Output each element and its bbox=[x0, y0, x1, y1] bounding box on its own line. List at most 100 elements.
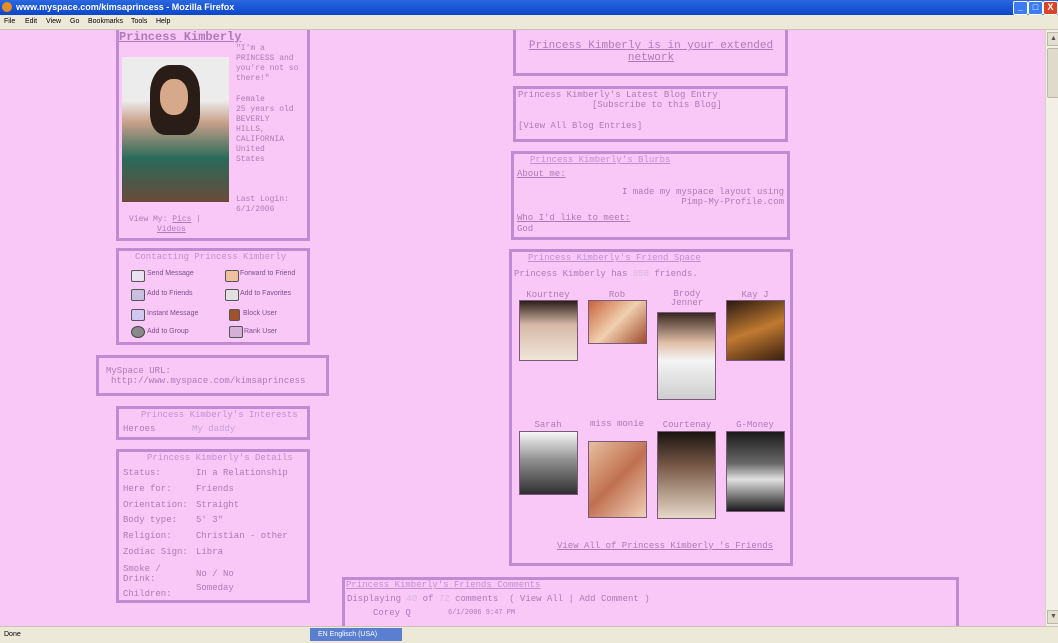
state-text: CALIFORNIA bbox=[236, 135, 285, 144]
friend-name[interactable]: Rob bbox=[588, 290, 646, 300]
scrollbar-thumb[interactable] bbox=[1047, 48, 1058, 98]
last-login-label: Last Login: bbox=[236, 195, 289, 204]
forward-icon bbox=[225, 270, 239, 282]
contacting-title: Contacting Princess Kimberly bbox=[135, 252, 287, 262]
details-title: Princess Kimberly's Details bbox=[147, 453, 293, 463]
blurbs-title: Princess Kimberly's Blurbs bbox=[530, 155, 671, 165]
menu-go[interactable]: Go bbox=[70, 15, 79, 29]
videos-link[interactable]: Videos bbox=[157, 225, 186, 234]
pics-link[interactable]: Pics bbox=[172, 215, 191, 224]
profile-photo[interactable] bbox=[122, 57, 229, 202]
details-labels: Status: Here for: Orientation: Body type… bbox=[123, 466, 188, 603]
who-to-meet-text: God bbox=[517, 224, 534, 234]
envelope-icon bbox=[131, 270, 145, 282]
body-type-value: 5' 3" bbox=[196, 515, 224, 526]
add-to-friends-label[interactable]: Add to Friends bbox=[147, 290, 193, 297]
minimize-button[interactable]: _ bbox=[1013, 1, 1028, 15]
menu-edit[interactable]: Edit bbox=[25, 15, 37, 29]
close-button[interactable]: X bbox=[1043, 1, 1058, 15]
orientation-label: Orientation: bbox=[123, 499, 188, 510]
about-me-label: About me: bbox=[517, 169, 566, 179]
view-all-comments-link[interactable]: View All bbox=[520, 594, 563, 604]
face-shape bbox=[160, 79, 188, 115]
children-value: Someday bbox=[196, 582, 234, 593]
friend-photo[interactable] bbox=[657, 312, 716, 400]
friend-photo[interactable] bbox=[519, 300, 578, 361]
add-to-favorites-label[interactable]: Add to Favorites bbox=[240, 290, 291, 297]
add-friend-icon bbox=[131, 289, 145, 301]
interests-value: My daddy bbox=[192, 424, 236, 434]
block-icon bbox=[229, 309, 240, 321]
friend-name[interactable]: Sarah bbox=[518, 420, 578, 430]
menu-file[interactable]: File bbox=[4, 15, 15, 29]
menu-bookmarks[interactable]: Bookmarks bbox=[88, 15, 123, 29]
menu-view[interactable]: View bbox=[46, 15, 61, 29]
friend-photo[interactable] bbox=[726, 300, 785, 361]
friend-photo[interactable] bbox=[726, 431, 785, 512]
add-to-group-label[interactable]: Add to Group bbox=[147, 328, 189, 335]
blog-title: Princess Kimberly's Latest Blog Entry bbox=[518, 90, 718, 100]
blog-box: Princess Kimberly's Latest Blog Entry [S… bbox=[513, 86, 788, 142]
shown-count: 40 bbox=[406, 594, 418, 604]
page-content: Princess Kimberly "I'm a PRINCESS and yo… bbox=[0, 30, 1045, 626]
friend-count-suffix: friends. bbox=[654, 269, 698, 279]
profile-name[interactable]: Princess Kimberly bbox=[119, 30, 241, 44]
gender-text: Female bbox=[236, 95, 265, 104]
view-all-friends-link[interactable]: View All of Princess Kimberly 's Friends bbox=[557, 541, 773, 551]
total-count: 72 bbox=[438, 594, 450, 604]
send-message-label[interactable]: Send Message bbox=[147, 270, 194, 277]
status-bar: Done EN Englisch (USA) bbox=[0, 626, 1058, 643]
scroll-down-arrow-icon[interactable]: ▼ bbox=[1047, 610, 1058, 624]
country-text-1: United bbox=[236, 145, 265, 154]
language-indicator[interactable]: EN Englisch (USA) bbox=[310, 628, 402, 641]
friend-name[interactable]: G-Money bbox=[726, 420, 784, 430]
friend-name[interactable]: Kourtney bbox=[518, 290, 578, 300]
comments-word: comments bbox=[455, 594, 499, 604]
friend-photo[interactable] bbox=[588, 300, 647, 344]
comment-author[interactable]: Corey Q bbox=[373, 608, 411, 618]
subscribe-blog-link[interactable]: [Subscribe to this Blog] bbox=[592, 100, 722, 110]
menu-help[interactable]: Help bbox=[156, 15, 170, 29]
profile-url[interactable]: http://www.myspace.com/kimsaprincess bbox=[111, 376, 305, 386]
instant-message-label[interactable]: Instant Message bbox=[147, 310, 198, 317]
forward-to-friend-label[interactable]: Forward to Friend bbox=[240, 270, 295, 277]
open-paren: ( bbox=[509, 594, 515, 604]
rank-user-label[interactable]: Rank User bbox=[244, 328, 277, 335]
extended-network-link[interactable]: Princess Kimberly is in your extended ne… bbox=[522, 40, 780, 64]
status-label: Status: bbox=[123, 468, 161, 478]
friend-name[interactable]: Courtenay bbox=[657, 420, 717, 430]
zodiac-value: Libra bbox=[196, 546, 224, 557]
age-text: 25 years old bbox=[236, 105, 294, 114]
smoke-drink-label: Smoke / Drink: bbox=[123, 563, 161, 584]
contacting-box: Contacting Princess Kimberly Send Messag… bbox=[116, 248, 310, 345]
children-label: Children: bbox=[123, 588, 172, 599]
friend-name[interactable]: Kay J bbox=[726, 290, 784, 300]
friend-name[interactable]: miss monie bbox=[588, 420, 646, 429]
profile-box: Princess Kimberly "I'm a PRINCESS and yo… bbox=[116, 30, 310, 241]
body-type-label: Body type: bbox=[123, 515, 178, 526]
scroll-up-arrow-icon[interactable]: ▲ bbox=[1047, 32, 1058, 46]
religion-value: Christian - other bbox=[196, 531, 288, 542]
people-icon bbox=[131, 309, 145, 321]
about-me-text: I made my myspace layout using Pimp-My-P… bbox=[621, 187, 784, 207]
comment-date: 6/1/2006 9:47 PM bbox=[448, 609, 516, 617]
vertical-scrollbar[interactable]: ▲ ▼ bbox=[1045, 30, 1058, 626]
videos-link-row: Videos bbox=[157, 225, 186, 234]
view-my-label: View My: bbox=[129, 215, 168, 224]
blurbs-box: Princess Kimberly's Blurbs About me: I m… bbox=[511, 151, 790, 240]
menu-tools[interactable]: Tools bbox=[131, 15, 147, 29]
block-user-label[interactable]: Block User bbox=[243, 310, 277, 317]
view-all-blog-link[interactable]: [View All Blog Entries] bbox=[518, 121, 642, 131]
menu-bar: File Edit View Go Bookmarks Tools Help bbox=[0, 15, 1058, 30]
friend-space-title: Princess Kimberly's Friend Space bbox=[528, 253, 701, 263]
add-comment-link[interactable]: Add Comment bbox=[579, 594, 638, 604]
url-label: MySpace URL: bbox=[106, 366, 171, 376]
friend-name[interactable]: Brody Jenner bbox=[657, 290, 717, 308]
last-login: Last Login: 6/1/2006 bbox=[236, 195, 289, 215]
details-box: Princess Kimberly's Details Status: Here… bbox=[116, 449, 310, 603]
friend-photo[interactable] bbox=[588, 441, 647, 518]
displaying-label: Displaying bbox=[347, 594, 402, 604]
friend-photo[interactable] bbox=[657, 431, 716, 519]
friend-photo[interactable] bbox=[519, 431, 578, 495]
maximize-button[interactable]: □ bbox=[1028, 1, 1043, 15]
